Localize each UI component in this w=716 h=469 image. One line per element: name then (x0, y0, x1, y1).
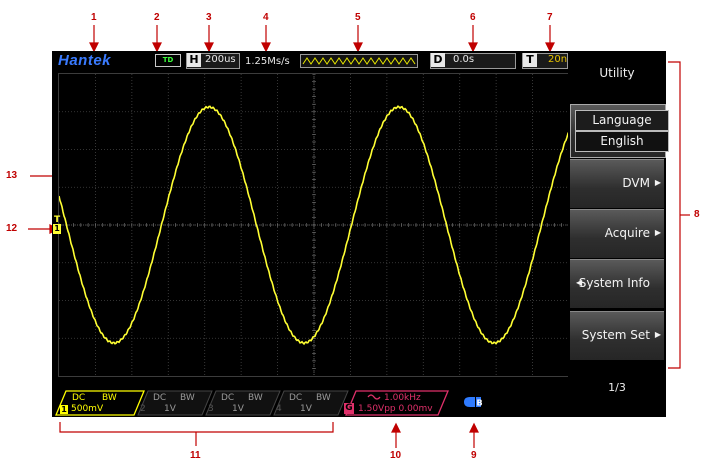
waveform-screen[interactable] (58, 73, 570, 377)
generator-frequency: 1.00kHz (384, 393, 421, 403)
ch3-number[interactable]: 3 (208, 404, 214, 414)
usb-connection-icon: B (464, 397, 483, 408)
menu-system-info[interactable]: ◀ System Info (570, 259, 664, 308)
timebase-value: 200us (205, 54, 236, 65)
menu-page-indicator: 1/3 (608, 381, 626, 394)
callout-8: 8 (694, 209, 700, 220)
ch4-number[interactable]: 4 (276, 404, 282, 414)
timebase-letter: H (187, 53, 201, 67)
menu-system-info-label: System Info (578, 276, 650, 290)
chevron-right-icon: ▶ (654, 228, 661, 237)
svg-text:B: B (477, 399, 483, 408)
ch1-coupling: DC (72, 393, 86, 403)
callout-4: 4 (263, 12, 269, 23)
menu-dvm-label: DVM (622, 176, 650, 190)
ch3-coupling: DC (221, 393, 235, 403)
ch2-coupling: DC (153, 393, 167, 403)
ch1-scale: 500mV (71, 404, 104, 414)
callout-3: 3 (206, 12, 212, 23)
ch4-bw: BW (316, 393, 331, 403)
status-bar: Hantek TD H 200us 1.25Ms/s D 0.0s T 20n (52, 51, 568, 70)
callout-10: 10 (390, 450, 402, 461)
chevron-right-icon: ▶ (654, 330, 661, 339)
sample-rate: 1.25Ms/s (245, 56, 290, 67)
ch2-bw: BW (180, 393, 195, 403)
side-menu: Utility Language English DVM ▶ Acquire ▶… (568, 51, 669, 417)
ch1-bw: BW (102, 393, 117, 403)
ch3-bw: BW (248, 393, 263, 403)
trigger-status-badge: TD (155, 54, 181, 67)
callout-9: 9 (471, 450, 477, 461)
menu-acquire[interactable]: Acquire ▶ (570, 209, 664, 258)
menu-dvm[interactable]: DVM ▶ (570, 159, 664, 208)
chevron-right-icon: ▶ (654, 178, 661, 187)
oscilloscope-display: Hantek TD H 200us 1.25Ms/s D 0.0s T 20n … (52, 51, 669, 417)
menu-system-set[interactable]: System Set ▶ (570, 311, 664, 360)
ch4-coupling: DC (289, 393, 303, 403)
ch2-number[interactable]: 2 (140, 404, 146, 414)
ch4-scale: 1V (300, 404, 312, 414)
ch2-scale: 1V (164, 404, 176, 414)
callout-1: 1 (91, 12, 97, 23)
language-label: Language (575, 110, 669, 131)
callout-2: 2 (154, 12, 160, 23)
generator-letter[interactable]: G (344, 403, 354, 414)
graticule (58, 73, 570, 376)
ch1-ground-marker[interactable]: 1 (53, 224, 61, 234)
callout-5: 5 (355, 12, 361, 23)
menu-acquire-label: Acquire (604, 226, 650, 240)
language-value: English (575, 131, 669, 152)
callout-7: 7 (547, 12, 553, 23)
channel-bar: 1 DC BW 500mV 2 DC BW 1V 3 DC BW 1V 4 DC… (52, 388, 568, 417)
delay-value: 0.0s (453, 54, 475, 65)
ch3-scale: 1V (232, 404, 244, 414)
trigger-time-value: 20n (548, 54, 568, 65)
trigger-time-letter: T (523, 53, 537, 67)
callout-11: 11 (190, 450, 201, 461)
brand-logo: Hantek (58, 52, 112, 69)
menu-title: Utility (599, 66, 635, 80)
callout-6: 6 (470, 12, 476, 23)
delay-letter: D (431, 53, 445, 67)
menu-system-set-label: System Set (581, 328, 650, 342)
ch1-number[interactable]: 1 (60, 405, 68, 414)
generator-amplitude: 1.50Vpp 0.00mv (358, 404, 433, 414)
menu-language[interactable]: Language English (570, 104, 669, 158)
callout-13: 13 (6, 170, 18, 181)
callout-12: 12 (6, 223, 18, 234)
memory-depth-bar (300, 54, 418, 68)
